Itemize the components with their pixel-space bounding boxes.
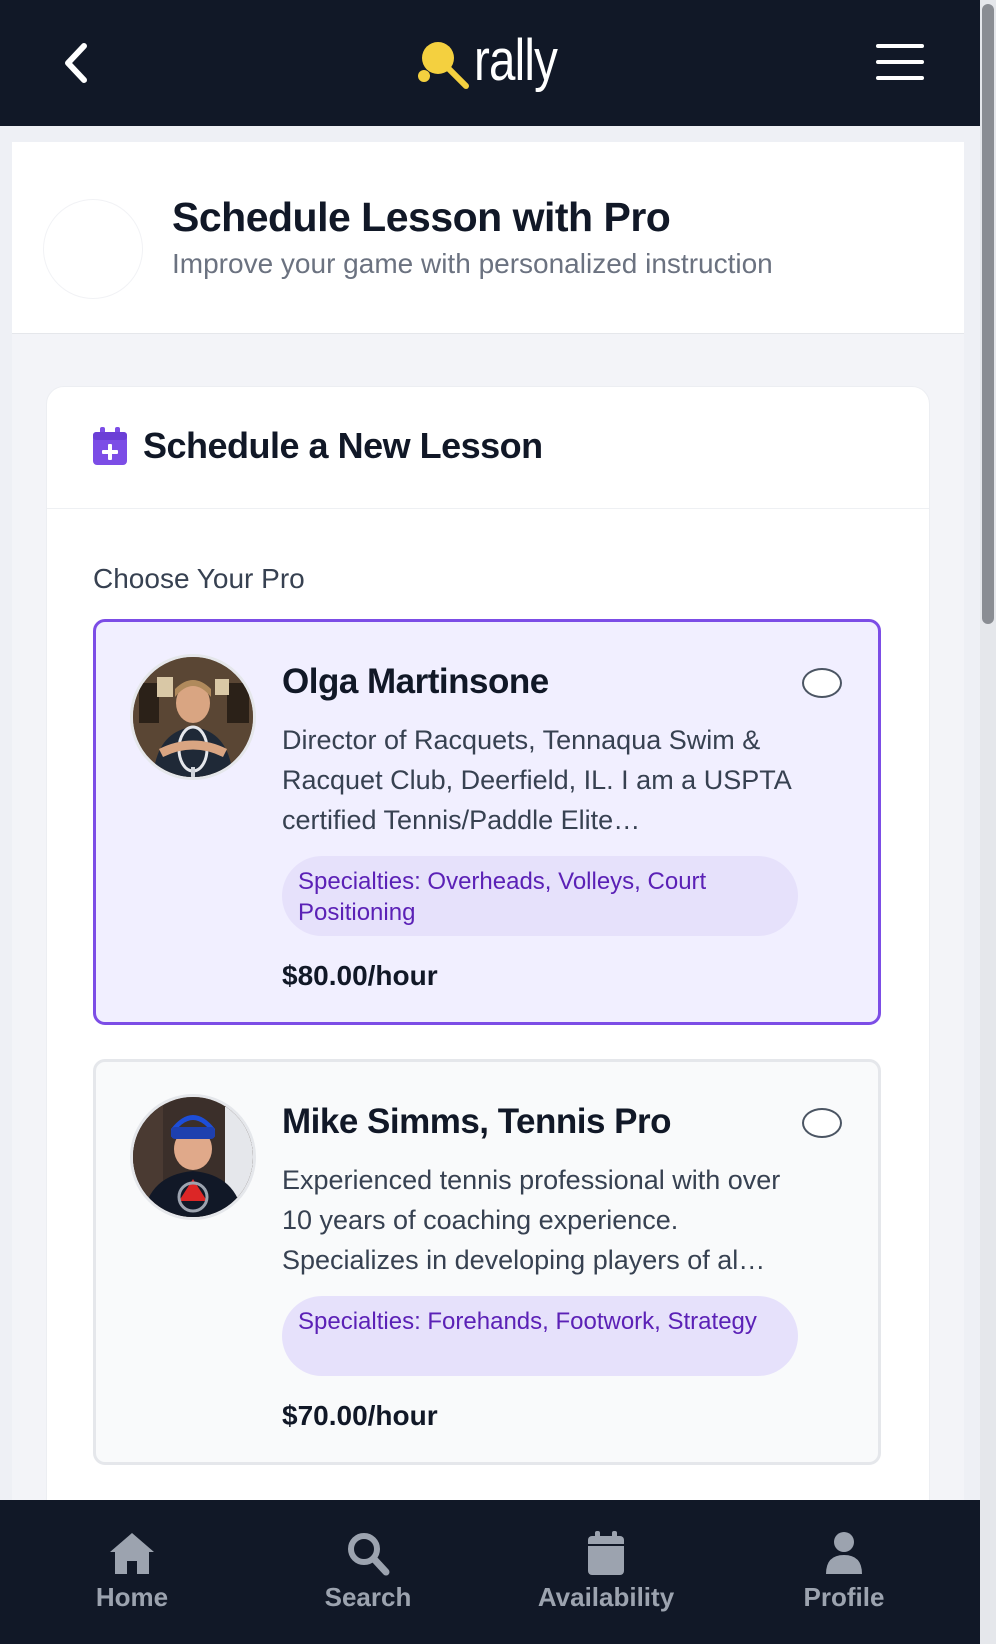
calendar-icon: [588, 1531, 624, 1575]
pro-bio: Director of Racquets, Tennaqua Swim & Ra…: [282, 725, 791, 835]
user-icon: [826, 1532, 862, 1574]
hamburger-menu-icon: [876, 44, 924, 80]
pro-bio: Experienced tennis professional with ove…: [282, 1165, 781, 1275]
calendar-plus-icon: [93, 427, 127, 465]
pro-select-radio[interactable]: [802, 668, 842, 698]
chevron-left-icon: [65, 43, 87, 83]
page-header: Schedule Lesson with Pro Improve your ga…: [12, 142, 964, 334]
rally-logo[interactable]: rally: [416, 20, 566, 102]
nav-label-search: Search: [324, 1582, 412, 1612]
pro-avatar: [130, 1094, 256, 1220]
page-content: Schedule Lesson with Pro Improve your ga…: [12, 142, 964, 1526]
back-button[interactable]: [56, 38, 96, 88]
racquet-ball-icon: [418, 42, 469, 89]
choose-pro-label: Choose Your Pro: [93, 563, 305, 594]
pro-avatar: [130, 654, 256, 780]
scrollbar-thumb[interactable]: [982, 4, 994, 624]
pro-name: Mike Simms, Tennis Pro: [282, 1102, 672, 1141]
page-title: Schedule Lesson with Pro: [172, 194, 671, 240]
pro-specialties-badge: Specialties: Forehands, Footwork, Strate…: [282, 1296, 798, 1376]
pro-option-card[interactable]: Olga Martinsone Director of Racquets, Te…: [93, 619, 881, 1025]
pro-price: $70.00/hour: [282, 1400, 438, 1431]
search-icon: [348, 1533, 390, 1576]
pro-select-radio[interactable]: [802, 1108, 842, 1138]
nav-label-home: Home: [95, 1582, 169, 1612]
page-scrollbar[interactable]: [980, 0, 996, 1644]
lesson-card-header: Schedule a New Lesson: [47, 387, 929, 509]
pro-name: Olga Martinsone: [282, 662, 549, 701]
page-subtitle: Improve your game with personalized inst…: [172, 248, 773, 279]
pro-specialties-badge: Specialties: Overheads, Volleys, Court P…: [282, 856, 798, 936]
header-avatar: [44, 200, 142, 298]
lesson-card-title: Schedule a New Lesson: [143, 425, 543, 466]
home-icon: [110, 1533, 154, 1574]
nav-item-availability[interactable]: Availability: [526, 1530, 686, 1620]
brand-wordmark: rally: [474, 28, 558, 93]
nav-item-search[interactable]: Search: [288, 1530, 448, 1620]
top-app-bar: rally: [0, 0, 980, 126]
menu-button[interactable]: [876, 42, 924, 82]
pro-option-card[interactable]: Mike Simms, Tennis Pro Experienced tenni…: [93, 1059, 881, 1465]
nav-item-home[interactable]: Home: [52, 1530, 212, 1620]
nav-label-profile: Profile: [803, 1582, 885, 1612]
bottom-navigation: Home Search Availability Profile: [0, 1500, 980, 1644]
nav-item-profile[interactable]: Profile: [764, 1530, 924, 1620]
pro-price: $80.00/hour: [282, 960, 438, 991]
schedule-lesson-card: Schedule a New Lesson Choose Your Pro Ol…: [46, 386, 930, 1526]
nav-label-availability: Availability: [537, 1582, 675, 1612]
